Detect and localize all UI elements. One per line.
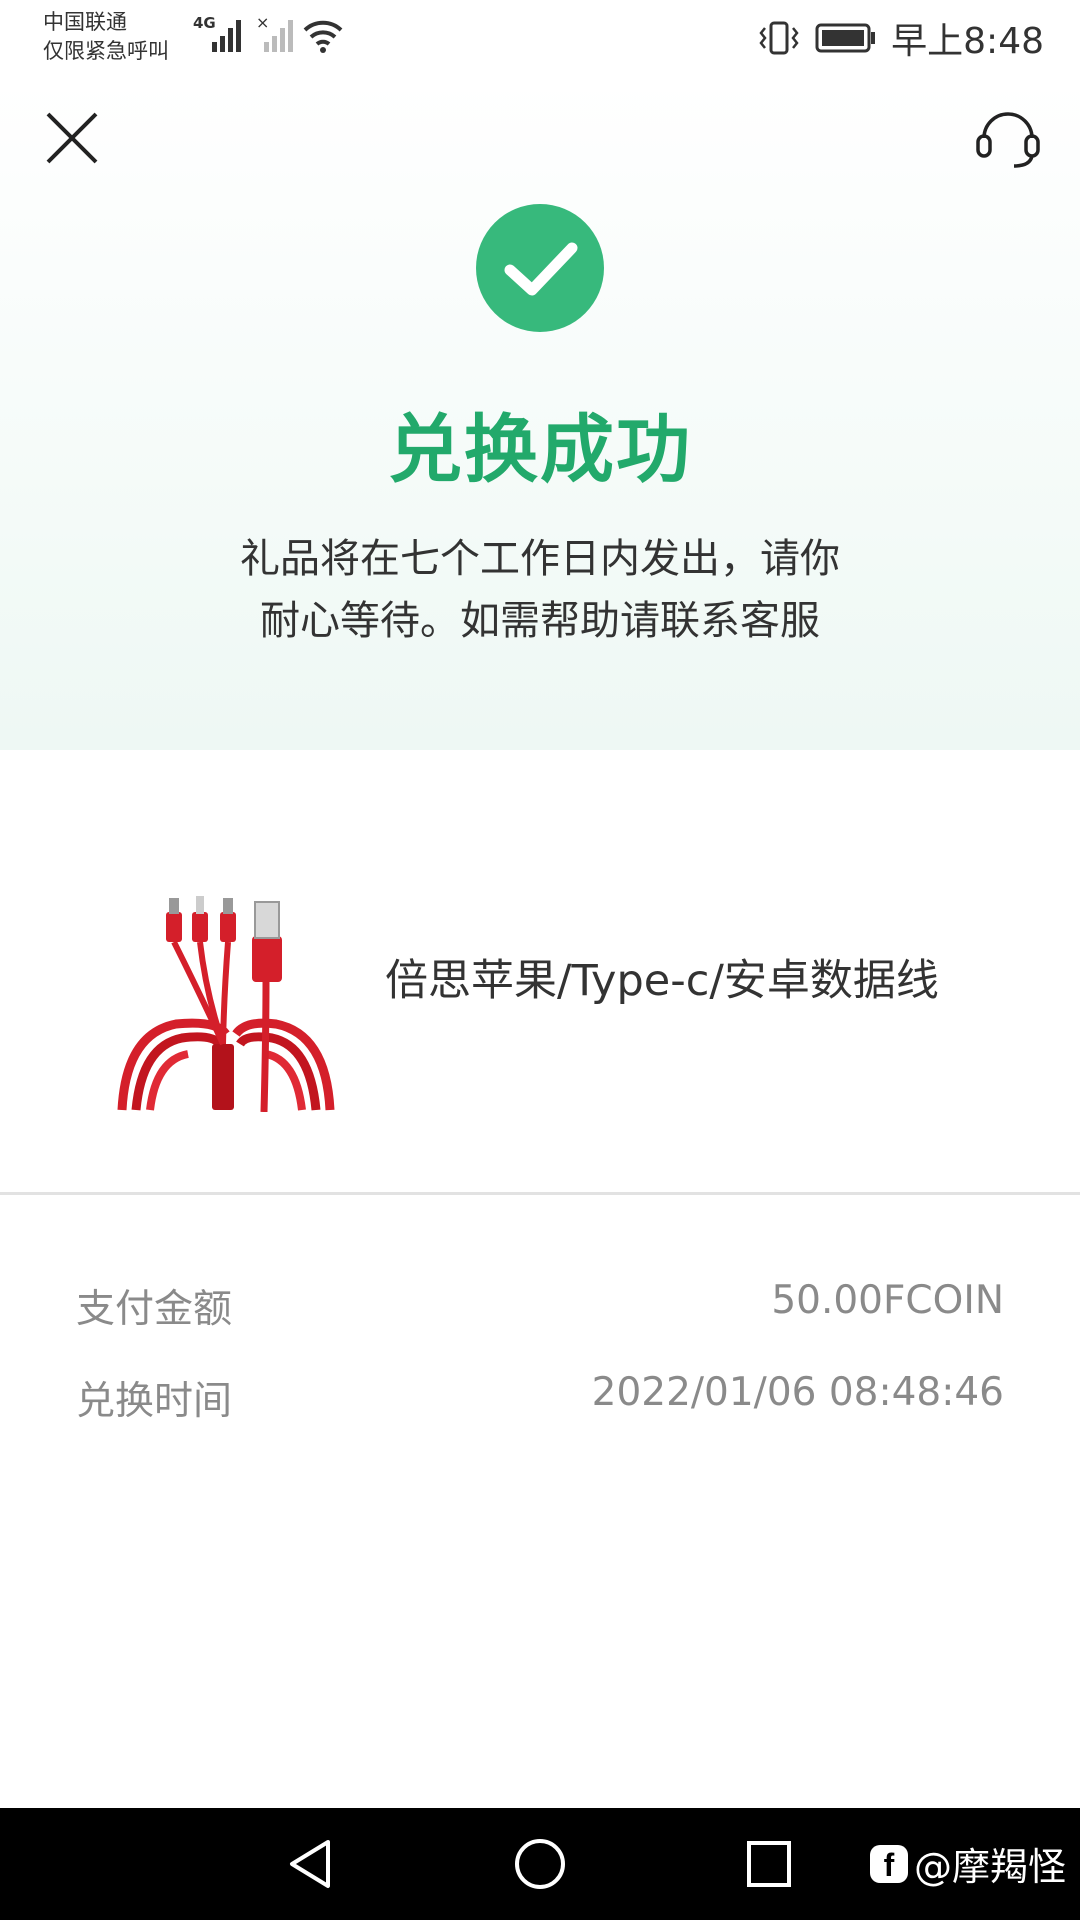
success-message: 礼品将在七个工作日内发出，请你 耐心等待。如需帮助请联系客服: [210, 528, 870, 652]
system-nav-bar: f @摩羯怪: [0, 1808, 1080, 1920]
exchange-time-value: 2022/01/06 08:48:46: [591, 1370, 1004, 1415]
recents-icon[interactable]: [744, 1836, 794, 1892]
carrier-info: 中国联通 仅限紧急呼叫: [43, 8, 169, 66]
clock: 早上8:48: [891, 21, 1044, 62]
battery-icon: [815, 23, 876, 53]
watermark-logo: f: [869, 1844, 908, 1883]
watermark: f @摩羯怪: [869, 1836, 1066, 1891]
message-line-1: 礼品将在七个工作日内发出，请你: [240, 536, 840, 582]
no-signal-icon: ×: [256, 14, 293, 52]
success-title: 兑换成功: [388, 407, 692, 493]
wifi-icon: [303, 20, 343, 53]
check-circle-icon: [476, 204, 604, 332]
close-icon[interactable]: [40, 106, 104, 170]
divider: [0, 1192, 1080, 1195]
payment-amount-row: 支付金额 50.00FCOIN: [76, 1278, 1004, 1338]
emergency-only-label: 仅限紧急呼叫: [43, 39, 169, 63]
message-line-2: 耐心等待。如需帮助请联系客服: [260, 598, 820, 644]
result-header: 兑换成功 礼品将在七个工作日内发出，请你 耐心等待。如需帮助请联系客服: [0, 80, 1080, 750]
exchange-time-row: 兑换时间 2022/01/06 08:48:46: [76, 1370, 1004, 1430]
usb-cable-image: [117, 896, 335, 1112]
home-icon[interactable]: [512, 1836, 568, 1892]
carrier-name: 中国联通: [43, 10, 127, 34]
watermark-text: @摩羯怪: [913, 1845, 1066, 1889]
product-name: 倍思苹果/Type-c/安卓数据线: [385, 956, 939, 1006]
vibrate-icon: [759, 21, 799, 55]
payment-amount-label: 支付金额: [76, 1287, 233, 1332]
status-bar: 中国联通 仅限紧急呼叫 4G × 早上8:48: [0, 0, 1080, 80]
exchange-time-label: 兑换时间: [76, 1379, 233, 1424]
headset-icon[interactable]: [972, 100, 1044, 172]
product-card[interactable]: 倍思苹果/Type-c/安卓数据线: [0, 750, 1080, 1192]
svg-text:×: ×: [256, 14, 269, 32]
right-status-group: 早上8:48: [757, 12, 1044, 64]
back-icon[interactable]: [284, 1836, 336, 1892]
payment-amount-value: 50.00FCOIN: [771, 1278, 1004, 1323]
signal-icon: [212, 20, 241, 52]
